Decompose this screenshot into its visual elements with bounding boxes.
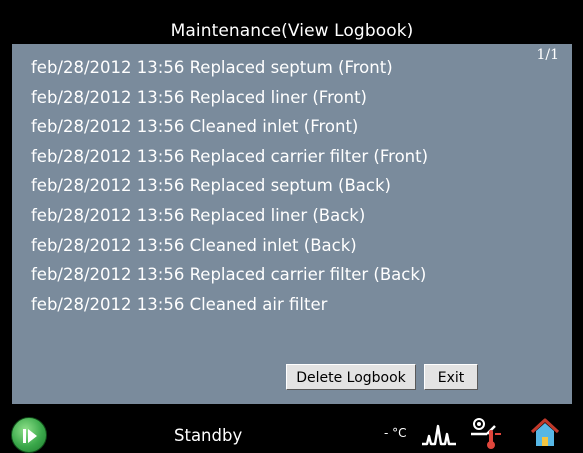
temperature-readout: - °C xyxy=(384,426,407,440)
log-entry: feb/28/2012 13:56 Cleaned inlet (Back) xyxy=(31,235,357,255)
run-icon xyxy=(23,429,37,443)
log-entry: feb/28/2012 13:56 Replaced carrier filte… xyxy=(31,146,429,166)
chromatogram-icon[interactable] xyxy=(421,422,457,446)
delete-logbook-button[interactable]: Delete Logbook xyxy=(286,364,416,390)
logbook-panel: 1/1 feb/28/2012 13:56 Replaced septum (F… xyxy=(12,44,572,404)
status-bar: Standby - °C xyxy=(0,408,583,453)
log-entry: feb/28/2012 13:56 Replaced liner (Back) xyxy=(31,205,366,225)
log-entry: feb/28/2012 13:56 Cleaned air filter xyxy=(31,294,328,314)
log-entry: feb/28/2012 13:56 Replaced septum (Front… xyxy=(31,58,393,77)
page-indicator: 1/1 xyxy=(536,47,559,63)
log-entry: feb/28/2012 13:56 Replaced carrier filte… xyxy=(31,265,427,285)
logbook-list: feb/28/2012 13:56 Replaced septum (Front… xyxy=(31,53,428,319)
screen: Maintenance(View Logbook) 1/1 feb/28/201… xyxy=(0,0,583,453)
log-entry: feb/28/2012 13:56 Cleaned inlet (Front) xyxy=(31,117,359,137)
status-text: Standby xyxy=(174,426,243,445)
exit-button[interactable]: Exit xyxy=(424,364,478,390)
log-entry: feb/28/2012 13:56 Replaced septum (Back) xyxy=(31,176,391,196)
log-entry: feb/28/2012 13:56 Replaced liner (Front) xyxy=(31,87,367,107)
page-title: Maintenance(View Logbook) xyxy=(170,21,414,41)
run-button[interactable] xyxy=(11,417,47,453)
temperature-icon[interactable] xyxy=(469,416,505,450)
home-icon[interactable] xyxy=(530,418,560,448)
